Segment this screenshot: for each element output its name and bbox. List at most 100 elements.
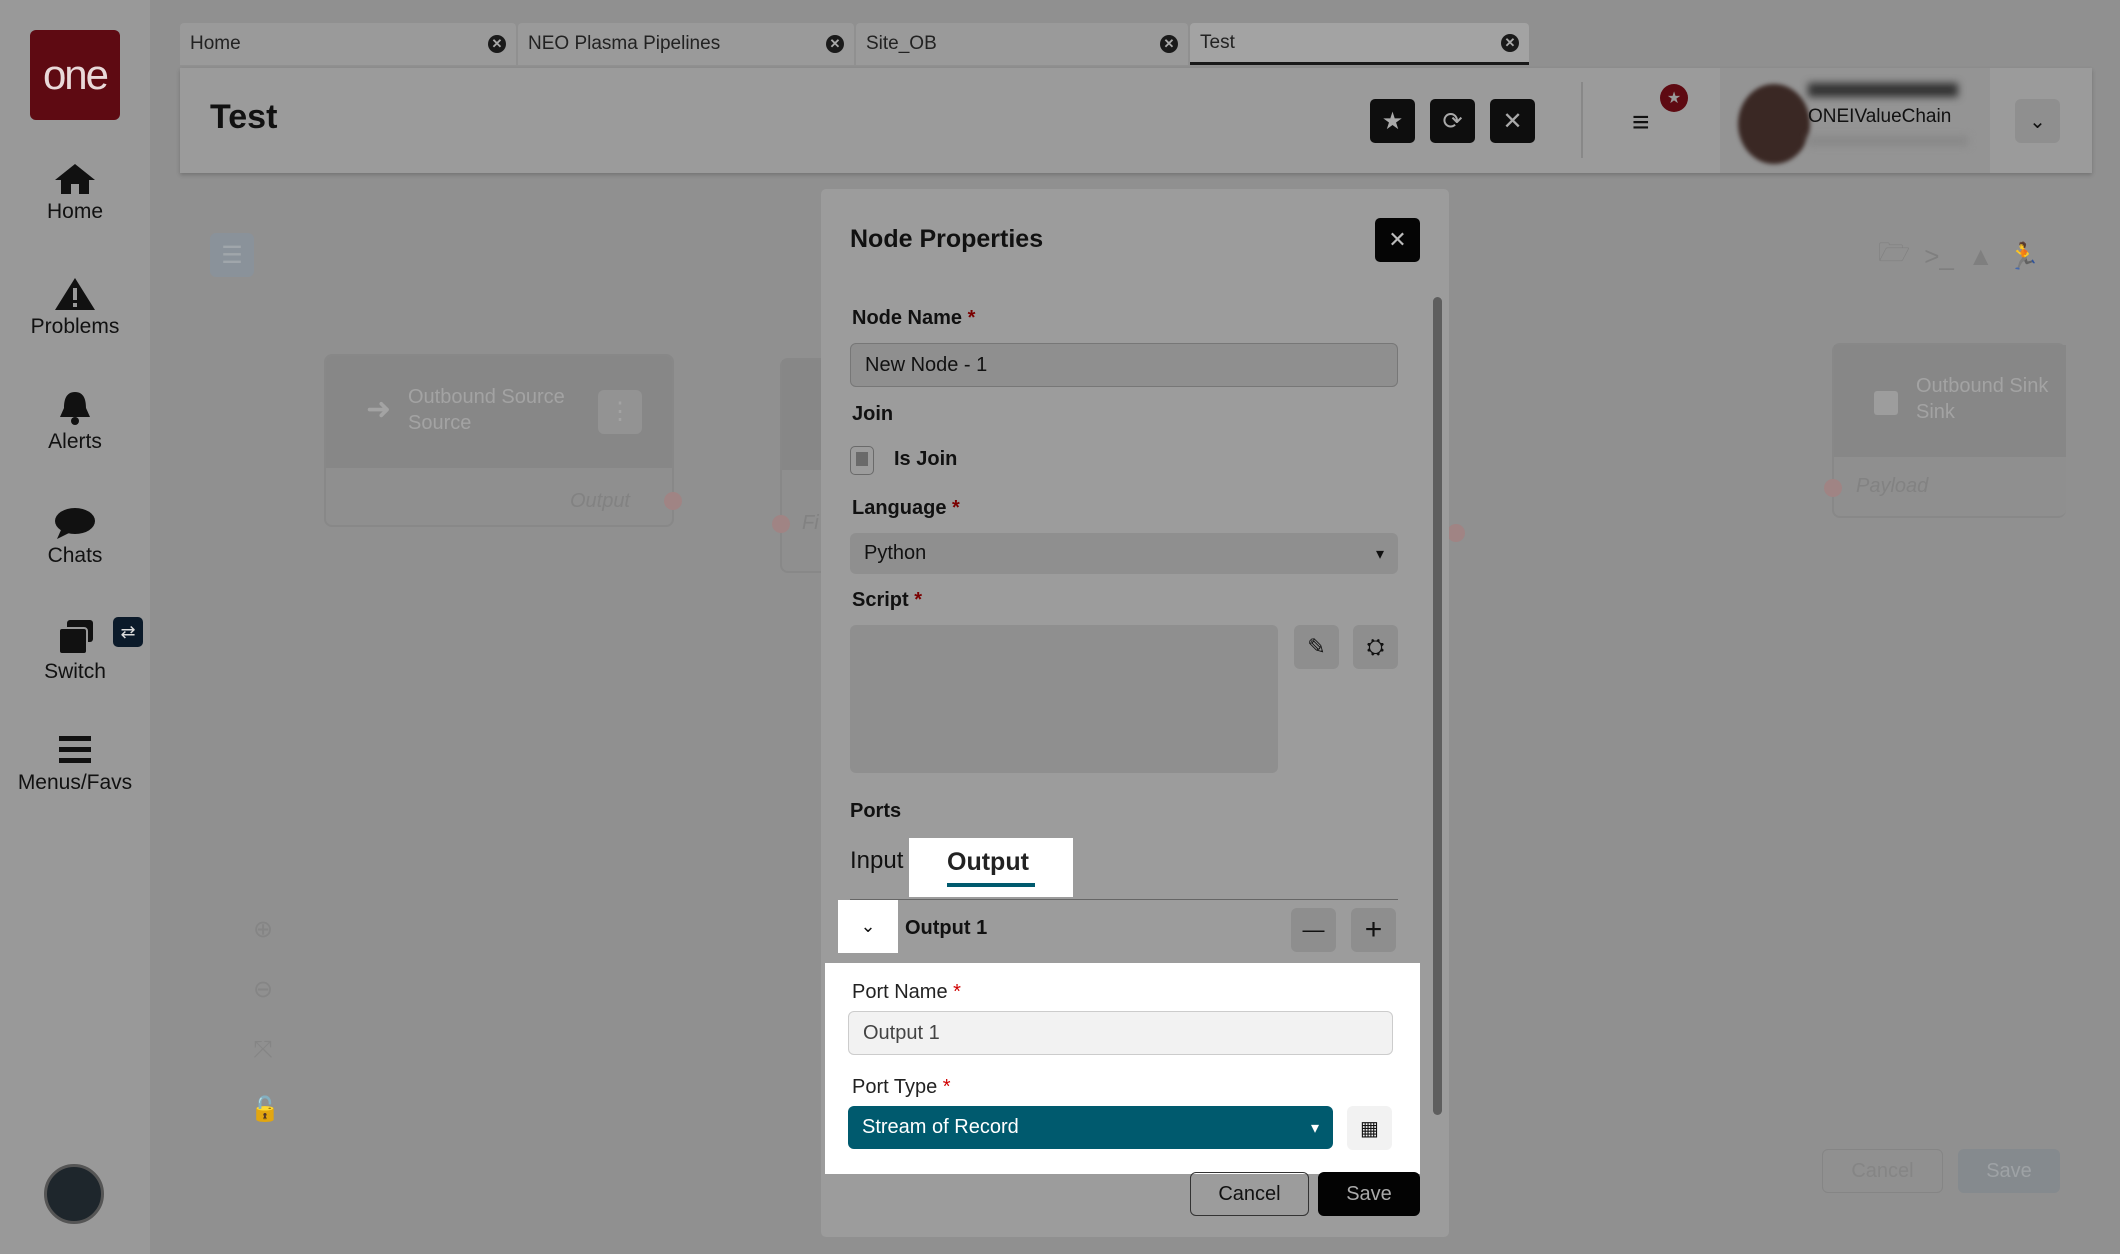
canvas-save-button[interactable]: Save (1958, 1149, 2060, 1193)
port-label: Payload (1856, 475, 1929, 497)
sink-node[interactable]: Outbound Sink Sink Payload (1824, 343, 2066, 518)
chevron-down-icon: ▾ (1375, 545, 1384, 563)
script-label: Script * (852, 589, 923, 611)
star-icon: ★ (1381, 107, 1404, 135)
sidebar-item-problems[interactable]: Problems (0, 277, 150, 339)
divider (1581, 82, 1583, 158)
assistant-avatar[interactable] (44, 1164, 104, 1224)
fit-view-icon[interactable]: ⤧ (250, 1020, 276, 1080)
cancel-button[interactable]: Cancel (1190, 1172, 1309, 1216)
bell-icon (60, 392, 90, 425)
language-select[interactable]: Python ▾ (850, 533, 1398, 574)
refresh-button[interactable]: ⟳ (1430, 99, 1475, 143)
sidebar-item-home[interactable]: Home (0, 162, 150, 224)
terminal-icon[interactable]: >_ (1924, 241, 1954, 272)
home-icon (55, 164, 95, 194)
mountain-icon[interactable]: ▲ (1968, 241, 1994, 272)
arrow-right-icon: ➜ (366, 393, 392, 426)
zoom-out-icon[interactable]: ⊖ (250, 960, 276, 1020)
scrollbar[interactable] (1433, 297, 1442, 1115)
sidebar-item-label: Chats (47, 544, 103, 567)
close-page-button[interactable]: ✕ (1490, 99, 1535, 143)
lock-icon[interactable]: 🔓 (250, 1080, 280, 1140)
sidebar-item-label: Switch (44, 660, 106, 683)
favorite-button[interactable]: ★ (1370, 99, 1415, 143)
remove-port-button[interactable]: — (1291, 908, 1336, 952)
grid-icon: ▦ (1360, 1117, 1379, 1140)
port-label: Output (569, 490, 630, 512)
close-tab-icon[interactable]: ✕ (826, 35, 844, 53)
tab-label: NEO Plasma Pipelines (528, 33, 721, 54)
edit-script-button[interactable]: ✎ (1294, 625, 1339, 669)
user-org: ONEIValueChain (1808, 106, 1952, 127)
hamburger-menu-button[interactable]: ≡ (1632, 106, 1650, 140)
close-tab-icon[interactable]: ✕ (1160, 35, 1178, 53)
app-logo[interactable]: one (30, 30, 120, 120)
tab-output[interactable]: Output (909, 838, 1073, 897)
sidebar: one Home Problems Alerts Chats Switch ⇄ … (0, 0, 150, 1254)
folder-open-icon[interactable]: 🗁 (1878, 234, 1910, 278)
tab-input[interactable]: Input (850, 847, 903, 875)
canvas-toolbar: 🗁 >_ ▲ 🏃 (1878, 237, 2058, 274)
tab-label: Home (190, 33, 241, 54)
port-type-label: Port Type * (852, 1076, 951, 1098)
sidebar-item-label: Problems (30, 315, 120, 338)
source-node[interactable]: ➜ Outbound Source Source ⋮ Output (324, 354, 682, 527)
output-port-dot[interactable] (1447, 524, 1465, 542)
sidebar-item-label: Menus/Favs (17, 771, 133, 794)
node-menu-icon[interactable]: ⋮ (598, 390, 642, 434)
port-name-input[interactable]: Output 1 (848, 1011, 1393, 1055)
stop-icon (1874, 391, 1898, 415)
port-name-label: Port Name * (852, 981, 961, 1003)
tab-site-ob[interactable]: Site_OB ✕ (856, 23, 1188, 65)
tab-label: Test (1200, 31, 1235, 53)
run-icon[interactable]: 🏃 (2008, 241, 2040, 272)
is-join-checkbox[interactable] (850, 446, 874, 475)
chevron-down-icon: ⌄ (2029, 110, 2046, 133)
divider (850, 899, 1398, 900)
warning-icon (55, 278, 95, 310)
port-type-grid-button[interactable]: ▦ (1347, 1106, 1392, 1150)
close-tab-icon[interactable]: ✕ (1501, 33, 1519, 52)
script-library-button[interactable]: ⛭ (1353, 625, 1398, 669)
expand-port-button[interactable]: ⌄ (838, 900, 898, 953)
switch-badge-icon: ⇄ (113, 617, 143, 647)
user-panel[interactable]: ONEIValueChain (1720, 68, 1990, 173)
list-view-button[interactable]: ☰ (210, 233, 254, 277)
sidebar-item-alerts[interactable]: Alerts (0, 390, 150, 454)
language-label: Language * (852, 497, 960, 519)
node-name-label: Node Name * (852, 307, 976, 329)
tab-neo-plasma-pipelines[interactable]: NEO Plasma Pipelines ✕ (518, 23, 854, 65)
input-port-dot[interactable] (772, 515, 790, 533)
dialog-close-button[interactable]: ✕ (1375, 218, 1420, 262)
save-button[interactable]: Save (1318, 1172, 1420, 1216)
chevron-down-icon: ▾ (1310, 1119, 1319, 1137)
is-join-label: Is Join (894, 448, 958, 470)
input-port-dot[interactable] (1824, 479, 1842, 497)
zoom-controls: ⊕ ⊖ ⤧ 🔓 (250, 900, 280, 1140)
script-editor[interactable] (850, 625, 1278, 773)
port-type-select[interactable]: Stream of Record ▾ (848, 1106, 1333, 1149)
port-details-panel: Port Name * Output 1 Port Type * Stream … (825, 963, 1420, 1174)
node-properties-dialog: Node Properties ✕ Node Name * New Node -… (821, 189, 1449, 1237)
close-icon: ✕ (1388, 227, 1407, 252)
tab-test[interactable]: Test ✕ (1190, 23, 1529, 65)
tab-output-label: Output (947, 848, 1029, 876)
tab-home[interactable]: Home ✕ (180, 23, 516, 65)
node-title: Outbound Source (408, 386, 565, 408)
language-value: Python (864, 542, 927, 564)
zoom-in-icon[interactable]: ⊕ (250, 900, 276, 960)
node-subtitle: Sink (1916, 401, 1955, 423)
user-email-blurred (1808, 136, 1968, 146)
close-tab-icon[interactable]: ✕ (488, 35, 506, 53)
sidebar-item-label: Home (46, 200, 104, 223)
user-dropdown-button[interactable]: ⌄ (2015, 99, 2060, 143)
sidebar-item-menus-favs[interactable]: Menus/Favs (0, 733, 150, 795)
sidebar-item-chats[interactable]: Chats (0, 506, 150, 568)
menu-icon (59, 736, 91, 763)
canvas-cancel-button[interactable]: Cancel (1822, 1149, 1943, 1193)
port-label: Fi (802, 512, 819, 534)
node-name-input[interactable]: New Node - 1 (850, 343, 1398, 387)
add-port-button[interactable]: + (1351, 908, 1396, 952)
output-port-dot[interactable] (664, 492, 682, 510)
